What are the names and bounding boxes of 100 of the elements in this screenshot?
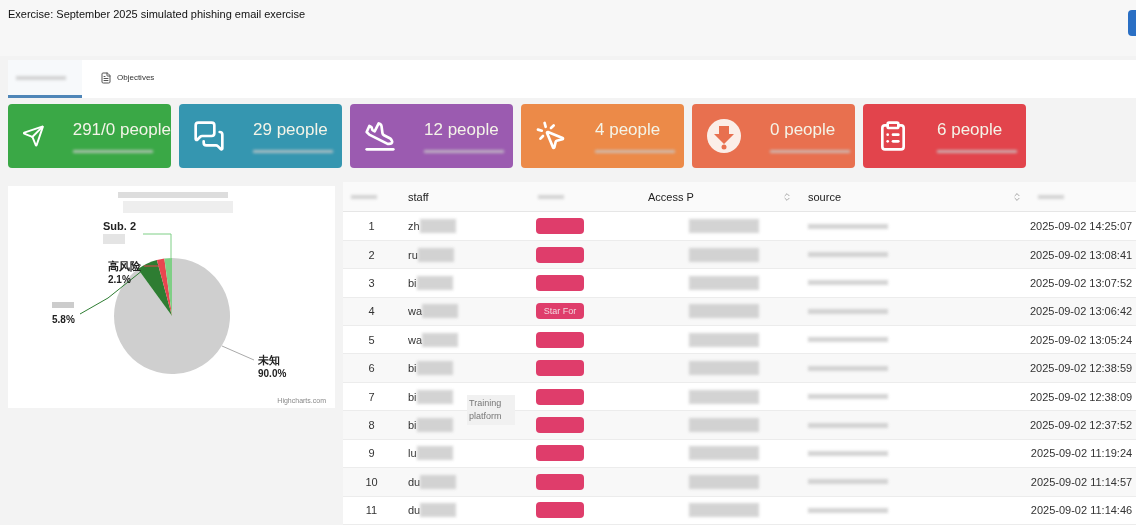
visit-time: 2025-09-02 12:38:09: [1030, 390, 1134, 403]
row-number: 3: [367, 276, 376, 289]
row-number: 8: [367, 419, 376, 432]
status-tag: [536, 473, 584, 490]
stat-value: 12 people: [424, 119, 500, 140]
status-tag: [536, 360, 584, 377]
blurred-text: [689, 332, 759, 347]
chat-bubbles-icon: [193, 120, 225, 152]
staff-name: bi: [408, 276, 417, 289]
blurred-text: [420, 474, 457, 489]
blurred-text: [52, 302, 74, 308]
sort-icon[interactable]: [782, 191, 792, 202]
column-header: Access P: [648, 190, 694, 203]
cursor-click-icon: [535, 120, 567, 152]
blurred-text: [689, 219, 759, 234]
blurred-text: [16, 75, 66, 80]
stat-value: 4 people: [595, 119, 662, 140]
blurred-text: [416, 418, 453, 433]
blurred-text: [416, 361, 453, 376]
slice-value: 90.0%: [258, 368, 287, 379]
status-tag: [536, 246, 584, 263]
staff-name: wa: [408, 305, 423, 318]
column-header: source: [808, 190, 842, 203]
staff-name: lu: [408, 447, 417, 460]
blurred-text: [689, 446, 759, 461]
blurred-text: [351, 194, 377, 199]
leader-line: [221, 345, 255, 361]
blurred-text: [689, 503, 759, 518]
staff-name: du: [408, 504, 421, 517]
blurred-text: [422, 304, 459, 319]
visit-time: 2025-09-02 12:37:52: [1030, 419, 1134, 432]
staff-name: du: [408, 475, 421, 488]
tooltip: Training platform: [467, 394, 515, 425]
blurred-text: [416, 446, 453, 461]
download-icon: [706, 118, 742, 154]
row-number: 9: [367, 447, 376, 460]
visit-time: 2025-09-02 13:08:41: [1030, 248, 1134, 261]
visit-time: 2025-09-02 12:38:59: [1030, 362, 1134, 375]
visit-time: 2025-09-02 13:07:52: [1030, 276, 1134, 289]
page-title: Exercise: September 2025 simulated phishing email exercise: [8, 8, 306, 20]
staff-name: bi: [408, 362, 417, 375]
stat-value: 6 people: [937, 119, 1004, 140]
blurred-text: [689, 361, 759, 376]
status-tag: [536, 417, 584, 434]
status-tag: [536, 274, 584, 291]
row-number: 1: [367, 220, 376, 233]
sort-icon[interactable]: [1012, 191, 1022, 202]
leader-line: [142, 233, 172, 259]
row-number: 11: [364, 504, 379, 517]
tab[interactable]: [8, 60, 82, 98]
slice-value: 2.1%: [108, 274, 131, 285]
slice-value: 5.8%: [52, 314, 75, 325]
status-tag: [536, 445, 584, 462]
staff-name: bi: [408, 419, 417, 432]
blurred-text: [689, 389, 759, 404]
status-tag: [536, 331, 584, 348]
plane-landing-icon: [364, 120, 396, 152]
blurred-text: [422, 332, 459, 347]
blurred-text: [1038, 194, 1064, 199]
blurred-text: [420, 503, 457, 518]
slice-label: 未知: [258, 354, 280, 366]
blurred-text: [538, 194, 564, 199]
visit-time: 2025-09-02 13:06:42: [1030, 305, 1134, 318]
visit-time: 2025-09-02 14:25:07: [1030, 220, 1134, 233]
blurred-text: [416, 389, 453, 404]
column-header: staff: [408, 190, 429, 203]
blurred-text: [689, 418, 759, 433]
row-number: 6: [367, 362, 376, 375]
stat-value: 291/0 people: [72, 119, 171, 140]
staff-name: ru: [408, 248, 418, 261]
staff-name: wa: [408, 333, 423, 346]
visit-time: 2025-09-02 13:05:24: [1030, 333, 1134, 346]
row-number: 5: [367, 333, 376, 346]
staff-name: bi: [408, 390, 417, 403]
blurred-text: [416, 275, 453, 290]
row-number: 7: [367, 390, 376, 403]
stat-value: 0 people: [770, 119, 837, 140]
blurred-text: [689, 474, 759, 489]
blurred-text: [103, 234, 125, 244]
blurred-text: [689, 247, 759, 262]
status-tag: [536, 388, 584, 405]
row-number: 10: [364, 475, 379, 488]
status-tag: [536, 218, 584, 235]
visit-time: 2025-09-02 11:19:24: [1030, 447, 1134, 460]
visit-time: 2025-09-02 11:14:46: [1030, 504, 1134, 517]
row-number: 4: [367, 305, 376, 318]
status-tag: Star For: [536, 303, 584, 320]
stat-value: 29 people: [253, 119, 329, 140]
blurred-text: [417, 247, 454, 262]
document-icon: [100, 71, 112, 84]
action-button[interactable]: [1128, 10, 1136, 36]
blurred-text: [419, 219, 456, 234]
visit-time: 2025-09-02 11:14:57: [1030, 475, 1134, 488]
staff-name: zh: [408, 220, 420, 233]
slice-label: 高风险: [108, 260, 141, 272]
status-tag: [536, 502, 584, 519]
row-number: 2: [367, 248, 376, 261]
blurred-text: [689, 275, 759, 290]
slice-label: Sub. 2: [103, 220, 136, 232]
blurred-text: [689, 304, 759, 319]
